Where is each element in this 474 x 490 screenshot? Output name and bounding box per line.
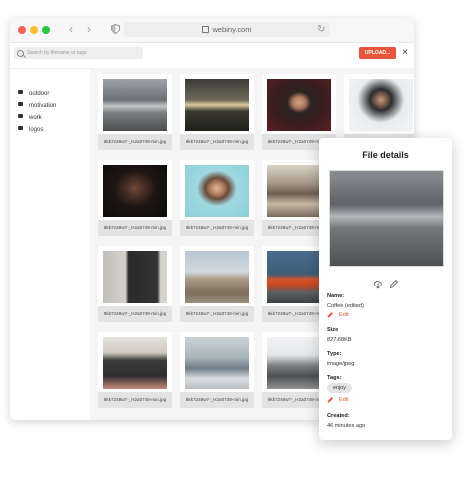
download-icon[interactable] bbox=[373, 279, 383, 289]
folder-icon bbox=[18, 114, 23, 119]
sidebar-item-label: outdoor bbox=[29, 91, 50, 97]
file-preview bbox=[329, 170, 444, 267]
sidebar-item-work[interactable]: work bbox=[18, 113, 42, 123]
file-thumbnail bbox=[185, 165, 249, 217]
reload-icon[interactable]: ↻ bbox=[317, 24, 325, 36]
search-placeholder: Search by filename or tags bbox=[27, 50, 87, 56]
minimize-window-button[interactable] bbox=[30, 26, 38, 34]
shield-icon bbox=[111, 24, 120, 34]
file-thumbnail bbox=[185, 251, 249, 303]
sidebar-item-label: work bbox=[29, 115, 42, 121]
file-card[interactable]: 8kk7248w7-_H2a0749-min.jpg bbox=[98, 332, 172, 408]
file-card[interactable]: 8kk7248w7-_H2a0749-min.jpg bbox=[98, 246, 172, 322]
name-label: Name: bbox=[327, 293, 345, 299]
file-thumbnail bbox=[349, 79, 413, 131]
lock-icon bbox=[202, 25, 210, 33]
file-card[interactable]: 8kk7248w7-_H2a0749-min.jpg bbox=[180, 332, 254, 408]
file-name: 8kk7248w7-_H2a0749-min.jpg bbox=[180, 220, 254, 236]
file-thumbnail bbox=[185, 337, 249, 389]
edit-name-button[interactable]: Edit bbox=[327, 311, 349, 318]
close-icon[interactable]: × bbox=[400, 47, 410, 59]
edit-label: Edit bbox=[339, 312, 349, 318]
edit-label: Edit bbox=[339, 397, 349, 403]
size-label: Size bbox=[327, 327, 339, 333]
tag-chip[interactable]: enjoy bbox=[327, 383, 352, 393]
upload-button-label: UPLOAD... bbox=[364, 50, 391, 56]
maximize-window-button[interactable] bbox=[42, 26, 50, 34]
created-value: 46 minutes ago bbox=[327, 423, 366, 429]
file-name: 8kk7248w7-_H2a0749-min.jpg bbox=[180, 392, 254, 408]
file-card[interactable]: 8kk7248w7-_H2a0749-min.jpg bbox=[98, 74, 172, 150]
name-value: Coffee (edited) bbox=[327, 303, 364, 309]
sidebar-item-label: motivation bbox=[29, 103, 57, 109]
file-name: 8kk7248w7-_H2a0749-min.jpg bbox=[98, 392, 172, 408]
file-name: 8kk7248w7-_H2a0749-min.jpg bbox=[180, 134, 254, 150]
file-thumbnail bbox=[267, 79, 331, 131]
file-name: 8kk7248w7-_H2a0749-min.jpg bbox=[98, 220, 172, 236]
panel-title: File details bbox=[362, 150, 409, 160]
file-card[interactable]: 8kk7248w7-_H2a0749-min.jpg bbox=[180, 246, 254, 322]
sidebar: outdoor motivation work logos bbox=[10, 68, 91, 420]
type-label: Type: bbox=[327, 351, 342, 357]
upload-button[interactable]: UPLOAD... bbox=[359, 47, 396, 59]
browser-chrome: ‹ › webiny.com ↻ bbox=[10, 18, 414, 43]
file-card[interactable]: 8kk7248w7-_H2a0749-min.jpg bbox=[180, 74, 254, 150]
type-value: image/jpeg bbox=[327, 361, 355, 367]
pencil-icon bbox=[327, 396, 333, 403]
file-thumbnail bbox=[185, 79, 249, 131]
chevron-right-icon[interactable]: › bbox=[82, 22, 96, 36]
file-thumbnail bbox=[103, 337, 167, 389]
file-name: 8kk7248w7-_H2a0749-min.jpg bbox=[98, 134, 172, 150]
sidebar-item-label: logos bbox=[29, 127, 44, 133]
folder-icon bbox=[18, 90, 23, 95]
sidebar-item-motivation[interactable]: motivation bbox=[18, 101, 56, 111]
pencil-icon[interactable] bbox=[389, 279, 399, 289]
folder-icon bbox=[18, 126, 23, 131]
size-value: 827.68KB bbox=[327, 337, 352, 343]
file-card[interactable]: 8kk7248w7-_H2a0749-min.jpg bbox=[98, 160, 172, 236]
sidebar-item-outdoor[interactable]: outdoor bbox=[18, 89, 49, 99]
url-text: webiny.com bbox=[212, 25, 252, 34]
pencil-icon bbox=[327, 311, 333, 318]
tags-label: Tags: bbox=[327, 375, 342, 381]
folder-icon bbox=[18, 102, 23, 107]
file-details-panel: File details Name: Coffee (edited) Edit … bbox=[319, 138, 452, 440]
file-name: 8kk7248w7-_H2a0749-min.jpg bbox=[98, 306, 172, 322]
chevron-left-icon[interactable]: ‹ bbox=[64, 22, 78, 36]
file-thumbnail bbox=[103, 165, 167, 217]
file-thumbnail bbox=[103, 79, 167, 131]
file-card[interactable]: 8kk7248w7-_H2a0749-min.jpg bbox=[180, 160, 254, 236]
file-thumbnail bbox=[103, 251, 167, 303]
app-header: Search by filename or tags UPLOAD... × bbox=[10, 42, 414, 69]
search-icon bbox=[17, 50, 24, 57]
file-name: 8kk7248w7-_H2a0749-min.jpg bbox=[180, 306, 254, 322]
created-label: Created: bbox=[327, 413, 350, 419]
sidebar-item-logos[interactable]: logos bbox=[18, 125, 43, 135]
close-window-button[interactable] bbox=[18, 26, 26, 34]
search-input[interactable]: Search by filename or tags bbox=[14, 47, 143, 59]
address-bar[interactable]: webiny.com bbox=[124, 22, 330, 37]
edit-tags-button[interactable]: Edit bbox=[327, 396, 349, 403]
